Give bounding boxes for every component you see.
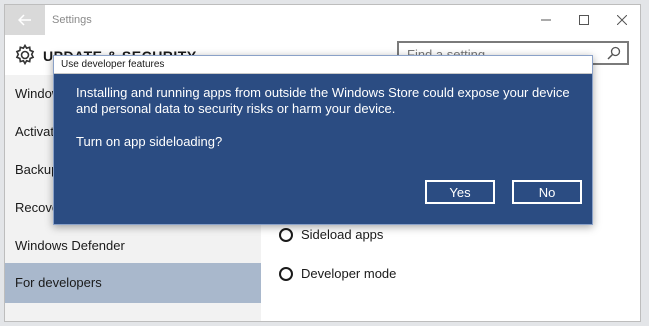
dialog-message: Installing and running apps from outside… [76,85,570,116]
title-bar: Settings [5,5,640,35]
sidebar-item-for-developers[interactable]: For developers [5,263,261,303]
radio-button[interactable] [279,266,293,281]
option-label: Developer mode [301,266,397,281]
developer-mode-option[interactable]: Developer mode [279,266,396,281]
app-title: Settings [52,14,92,26]
radio-button[interactable] [279,227,293,242]
maximize-button[interactable] [565,5,603,35]
sidebar-item-label: Backup [15,162,59,177]
sidebar-item-label: For developers [15,275,102,290]
sideload-apps-option[interactable]: Sideload apps [279,227,383,242]
yes-button[interactable]: Yes [425,180,495,204]
developer-features-dialog: Use developer features Installing and ru… [53,55,593,225]
gear-icon [15,43,35,66]
no-button[interactable]: No [512,180,582,204]
dialog-title-bar: Use developer features [54,56,592,74]
sidebar-item-windows-defender[interactable]: Windows Defender [5,227,261,265]
sidebar-item-label: Windows Defender [15,238,125,253]
dialog-question: Turn on app sideloading? [76,134,223,149]
option-label: Sideload apps [301,227,384,242]
minimize-icon [541,19,551,21]
maximize-icon [579,15,589,25]
close-icon [617,15,627,25]
back-arrow-icon [18,14,31,26]
search-icon[interactable] [607,46,621,60]
minimize-button[interactable] [527,5,565,35]
dialog-title: Use developer features [61,59,165,70]
back-button[interactable] [5,5,45,35]
close-button[interactable] [603,5,640,35]
